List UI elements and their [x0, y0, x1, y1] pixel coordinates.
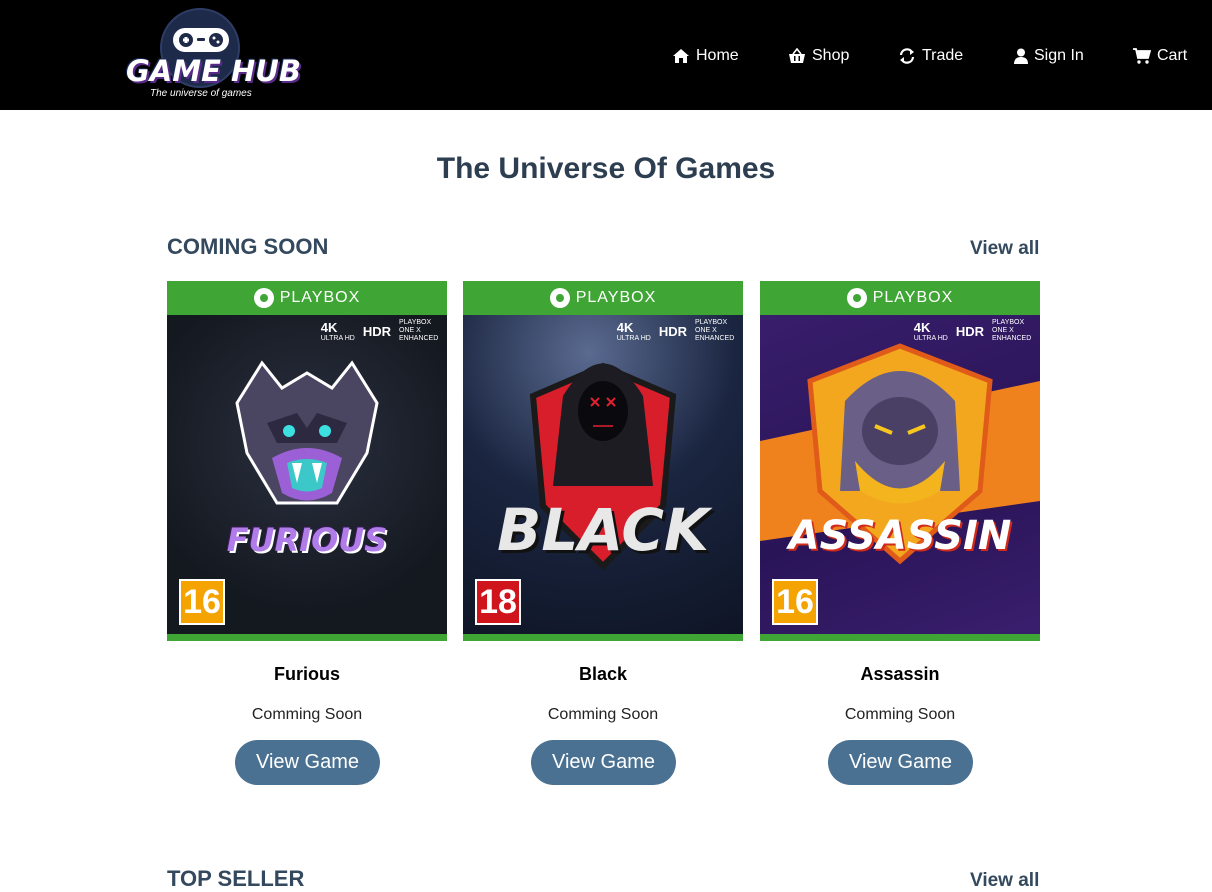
game-title: Furious — [274, 664, 340, 684]
cover-art-title: ASSASSIN — [788, 513, 1012, 559]
nav-home-label: Home — [696, 47, 739, 64]
home-icon — [673, 49, 689, 63]
game-status: Comming Soon — [844, 706, 956, 723]
game-status: Comming Soon — [251, 706, 363, 723]
cover-footer-bar — [760, 634, 1040, 641]
nav-shop-label: Shop — [812, 47, 850, 64]
game-cover-image[interactable]: PLAYBOX 4K ULTRA HD HDR PLAYBOX ONE X ENH… — [760, 281, 1040, 641]
gamepad-icon — [173, 28, 229, 52]
cover-art-title: BLACK — [497, 496, 709, 564]
gorilla-mascot-icon — [235, 360, 379, 505]
cover-art-title: FURIOUS — [226, 521, 388, 559]
cover-brand-bar: PLAYBOX — [760, 281, 1040, 315]
cover-brand-label: PLAYBOX — [872, 289, 954, 306]
user-icon — [1014, 48, 1028, 64]
game-cover-image[interactable]: PLAYBOX 4K ULTRA HD HDR PLAYBOX ONE X ENH… — [167, 281, 447, 641]
nav-trade[interactable]: Trade — [898, 44, 963, 68]
nav-cart[interactable]: Cart — [1133, 44, 1187, 68]
age-rating-badge: 16 — [179, 579, 225, 625]
cart-icon — [1133, 48, 1151, 64]
brand-name: GAME HUB — [126, 54, 301, 88]
view-all-coming-soon-link[interactable]: View all — [970, 238, 1039, 260]
section-title-coming-soon: COMING SOON — [167, 234, 329, 259]
brand-tagline: The universe of games — [150, 88, 252, 99]
cover-brand-bar: PLAYBOX — [463, 281, 743, 315]
view-game-button[interactable]: View Game — [531, 740, 676, 785]
playbox-logo-icon — [549, 288, 570, 308]
nav-sign-in-label: Sign In — [1034, 47, 1084, 64]
cover-footer-bar — [167, 634, 447, 641]
brand-logo[interactable]: GAME HUB The universe of games — [122, 4, 301, 104]
section-title-top-seller: TOP SELLER — [167, 866, 305, 891]
playbox-logo-icon — [846, 288, 867, 308]
view-all-top-seller-link[interactable]: View all — [970, 870, 1039, 892]
refresh-icon — [899, 48, 915, 64]
view-game-button[interactable]: View Game — [828, 740, 973, 785]
nav-cart-label: Cart — [1157, 47, 1188, 64]
cover-badges: 4K ULTRA HD HDR PLAYBOX ONE X ENHANCED — [913, 319, 1032, 342]
age-rating-badge: 18 — [475, 579, 521, 625]
top-navbar: GAME HUB The universe of games Home Shop… — [0, 0, 1212, 110]
nav-shop[interactable]: Shop — [788, 44, 849, 68]
cover-brand-bar: PLAYBOX — [167, 281, 447, 315]
nav-sign-in[interactable]: Sign In — [1014, 44, 1084, 68]
basket-icon — [789, 48, 805, 63]
nav-trade-label: Trade — [922, 47, 964, 64]
playbox-logo-icon — [253, 288, 274, 308]
cover-badges: 4K ULTRA HD HDR PLAYBOX ONE X ENHANCED — [320, 319, 439, 342]
age-rating-badge: 16 — [772, 579, 818, 625]
game-title: Black — [578, 664, 628, 684]
game-cover-image[interactable]: PLAYBOX 4K ULTRA HD HDR PLAYBOX ONE X ENH… — [463, 281, 743, 641]
page-title: The Universe Of Games — [436, 152, 776, 185]
cover-footer-bar — [463, 634, 743, 641]
cover-brand-label: PLAYBOX — [575, 289, 657, 306]
cover-brand-label: PLAYBOX — [279, 289, 361, 306]
nav-home[interactable]: Home — [672, 44, 739, 68]
view-game-button[interactable]: View Game — [235, 740, 380, 785]
game-status: Comming Soon — [547, 706, 659, 723]
game-title: Assassin — [860, 664, 940, 684]
